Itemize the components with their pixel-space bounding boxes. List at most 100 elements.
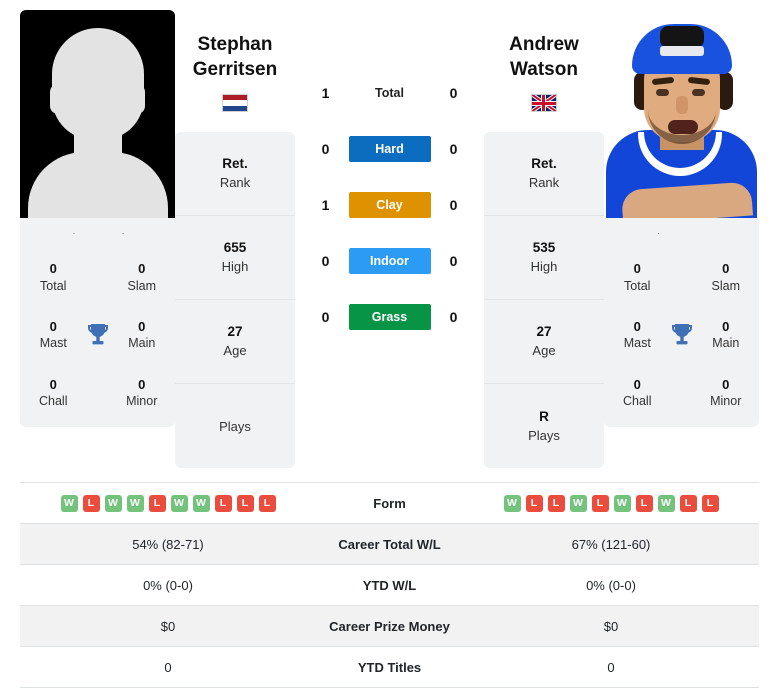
head-to-head-page: Stephan Gerritsen 0 Total 0 Slam 0 Mast	[0, 0, 779, 699]
surface-badge-clay[interactable]: Clay	[348, 192, 431, 218]
right-player-photo-column: Andrew Watson 0 Total 0 Slam 0 Mast	[604, 10, 759, 428]
table-row-career-total-wl: 54% (82-71) Career Total W/L 67% (121-60…	[20, 523, 759, 565]
form-badge-w: W	[569, 494, 587, 512]
right-titles-main: 0 Main	[699, 318, 754, 352]
value: 0	[722, 376, 730, 392]
left-count: 0	[321, 253, 330, 269]
surface-breakdown-column: 1 Total 0 0 Hard 0 1 Clay 0 0 Indoor 0 0…	[295, 10, 484, 345]
value: 0	[633, 261, 641, 276]
right-value: 0% (0-0)	[586, 577, 636, 593]
left-titles-main: 0 Main	[115, 318, 170, 352]
right-count: 0	[449, 253, 458, 269]
row-label: YTD W/L	[362, 577, 417, 593]
trophy-icon	[665, 322, 699, 348]
surface-row-indoor: 0 Indoor 0	[295, 233, 484, 289]
label: Plays	[219, 418, 251, 434]
form-badge-l: L	[214, 494, 232, 512]
surface-label-wrap: Indoor	[348, 248, 431, 274]
surface-badge-hard[interactable]: Hard	[348, 136, 431, 162]
right-count: 0	[449, 85, 458, 101]
right-player-name[interactable]: Andrew Watson	[509, 32, 579, 82]
left-value: 0% (0-0)	[143, 577, 193, 593]
left-value: 0	[164, 659, 172, 675]
form-badge-l: L	[82, 494, 100, 512]
value: 0	[633, 318, 641, 334]
right-player-photo[interactable]	[604, 10, 759, 218]
right-info-age: 27 Age	[484, 300, 604, 385]
label: Mast	[623, 336, 651, 351]
label: High	[530, 259, 558, 274]
right-player-info-stack: Ret. Rank 535 High 27 Age R Plays	[484, 132, 604, 469]
row-label: Career Prize Money	[329, 618, 450, 634]
label: Age	[532, 343, 556, 358]
form-badge-l: L	[547, 494, 565, 512]
left-player-photo[interactable]	[20, 10, 175, 218]
left-titles-slam: 0 Slam	[115, 260, 170, 294]
right-titles-chall: 0 Chall	[610, 376, 665, 410]
surface-label-total: Total	[375, 86, 404, 100]
value: 0	[49, 376, 57, 392]
surface-row-grass: 0 Grass 0	[295, 289, 484, 345]
form-badge-l: L	[258, 494, 276, 512]
left-count: 0	[321, 141, 330, 157]
form-badge-l: L	[679, 494, 697, 512]
value: Ret.	[531, 156, 557, 172]
value: 0	[722, 318, 730, 334]
value: 0	[49, 261, 57, 276]
form-badge-l: L	[635, 494, 653, 512]
form-badge-w: W	[657, 494, 675, 512]
netherlands-flag-icon	[222, 94, 248, 113]
left-player-name-line2: Gerritsen	[192, 59, 278, 81]
left-titles-total: 0 Total	[26, 260, 81, 294]
value: 0	[633, 376, 641, 392]
form-badge-l: L	[525, 494, 543, 512]
left-count: 1	[321, 85, 330, 101]
right-form-strip: WLLWLWLWLL	[463, 494, 759, 512]
left-info-age: 27 Age	[175, 300, 295, 385]
left-value: 54% (82-71)	[132, 536, 204, 552]
form-badge-w: W	[170, 494, 188, 512]
right-form-cell: WLLWLWLWLL	[463, 483, 759, 524]
form-badge-w: W	[192, 494, 210, 512]
left-titles-mast: 0 Mast	[26, 318, 81, 352]
value: 0	[138, 261, 146, 276]
left-player-titles-box: 0 Total 0 Slam 0 Mast 0 Main 0 Chall 0 M…	[20, 234, 175, 428]
left-player-info-column: Stephan Gerritsen Ret. Rank 655 High 27 …	[175, 10, 295, 469]
silhouette-placeholder-icon	[20, 10, 175, 218]
form-badge-l: L	[701, 494, 719, 512]
surface-row-total: 1 Total 0	[295, 65, 484, 121]
right-value: 67% (121-60)	[571, 536, 651, 552]
row-label: YTD Titles	[357, 659, 422, 675]
value: 535	[532, 240, 556, 256]
label: Mast	[39, 336, 67, 351]
surface-row-hard: 0 Hard 0	[295, 121, 484, 177]
right-info-plays: R Plays	[484, 384, 604, 468]
label: Plays	[528, 427, 560, 443]
surface-badge-indoor[interactable]: Indoor	[348, 248, 431, 274]
left-form-strip: WLWWLWWLLL	[20, 494, 316, 512]
surface-badge-grass[interactable]: Grass	[348, 304, 431, 330]
comparison-stats-table: WLWWLWWLLL Form WLLWLWLWLL 54% (82-71) C…	[20, 482, 759, 688]
label: Slam	[711, 278, 740, 293]
left-player-name-line1: Stephan	[197, 34, 273, 55]
comparison-header: Stephan Gerritsen 0 Total 0 Slam 0 Mast	[0, 0, 779, 470]
right-count: 0	[449, 197, 458, 213]
value: 27	[227, 324, 243, 340]
right-player-name-line2: Watson	[510, 59, 578, 81]
form-badge-l: L	[591, 494, 609, 512]
form-badge-w: W	[60, 494, 78, 512]
label: Rank	[528, 175, 560, 190]
left-titles-minor: 0 Minor	[115, 376, 170, 410]
left-player-photo-column: Stephan Gerritsen 0 Total 0 Slam 0 Mast	[20, 10, 175, 428]
right-info-rank: Ret. Rank	[484, 132, 604, 217]
label: Main	[712, 336, 740, 351]
left-form-cell: WLWWLWWLLL	[20, 483, 316, 524]
label: Age	[223, 343, 247, 358]
united-kingdom-flag-icon	[531, 94, 557, 113]
surface-label-wrap: Grass	[348, 304, 431, 330]
left-player-name[interactable]: Stephan Gerritsen	[193, 32, 277, 82]
right-value: 0	[607, 659, 615, 675]
table-row-career-prize-money: $0 Career Prize Money $0	[20, 605, 759, 647]
left-value: $0	[160, 618, 176, 634]
value: 0	[138, 376, 146, 392]
